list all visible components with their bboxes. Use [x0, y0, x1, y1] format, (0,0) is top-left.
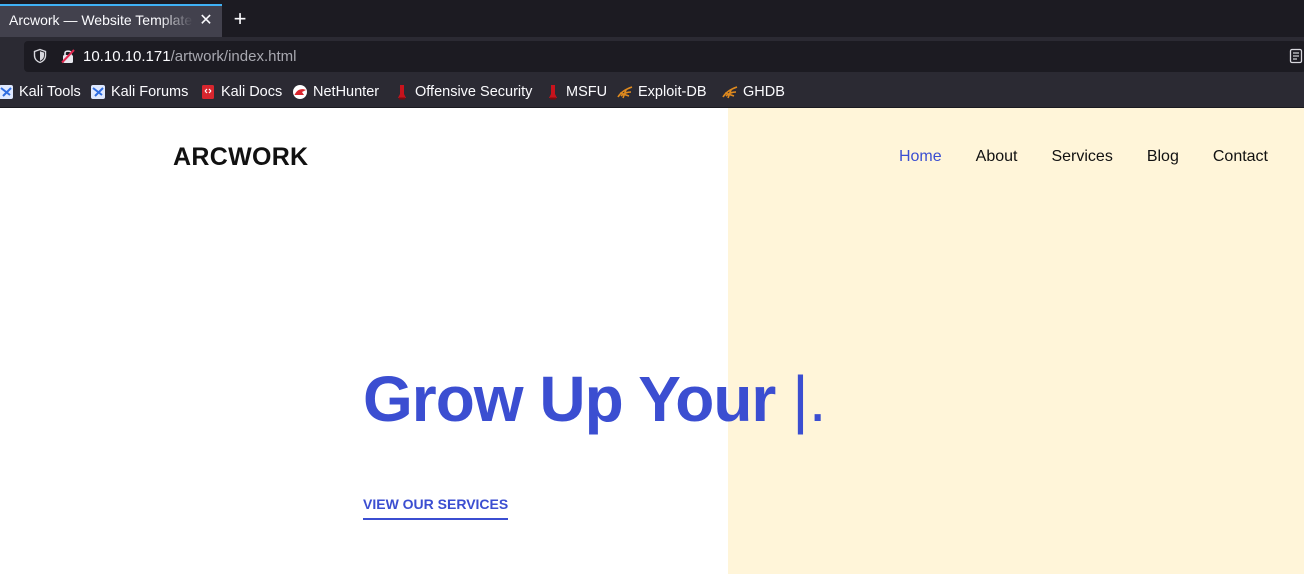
bookmark-label: Kali Docs [221, 84, 283, 100]
bookmark-label: GHDB [743, 84, 785, 100]
reader-view-icon[interactable] [1288, 48, 1304, 64]
hero-background [728, 108, 1304, 574]
nethunter-icon [293, 85, 307, 99]
view-services-button[interactable]: VIEW OUR SERVICES [363, 496, 509, 520]
offsec-icon [398, 85, 406, 100]
bookmark-label: Exploit-DB [638, 84, 707, 100]
url-text[interactable]: 10.10.10.171/artwork/index.html [83, 48, 296, 65]
site-nav: Home About Services Blog Contact [899, 148, 1268, 166]
exploitdb-icon [722, 86, 738, 99]
url-host: 10.10.10.171 [83, 48, 171, 65]
address-bar[interactable]: 10.10.10.171/artwork/index.html [24, 41, 1304, 72]
active-tab[interactable]: Arcwork — Website Template ✕ [0, 4, 222, 37]
bookmark-label: Kali Forums [111, 84, 189, 100]
close-tab-icon[interactable]: ✕ [197, 12, 215, 30]
bookmark-kali-docs[interactable]: Kali Docs [200, 82, 282, 102]
exploitdb-icon [617, 86, 633, 99]
site-logo[interactable]: ARCWORK [173, 143, 308, 172]
bookmark-label: Offensive Security [415, 84, 533, 100]
hero-headline: Grow Up Your |. [363, 362, 827, 436]
bookmark-nethunter[interactable]: NetHunter [292, 82, 379, 102]
nav-home[interactable]: Home [899, 148, 942, 166]
bookmark-label: Kali Tools [19, 84, 81, 100]
kali-docs-icon [202, 85, 214, 99]
bookmark-label: NetHunter [313, 84, 380, 100]
navigation-toolbar: 10.10.10.171/artwork/index.html [0, 37, 1304, 76]
new-tab-icon[interactable]: + [229, 8, 251, 30]
insecure-lock-icon[interactable] [60, 48, 76, 64]
bookmark-msfu[interactable]: MSFU [545, 82, 607, 102]
shield-icon[interactable] [32, 48, 48, 64]
kali-dragon-icon [0, 85, 13, 99]
nav-about[interactable]: About [976, 148, 1018, 166]
tab-strip: Arcwork — Website Template ✕ + [0, 0, 1304, 37]
bookmark-kali-tools[interactable]: Kali Tools [0, 82, 81, 102]
kali-dragon-icon [91, 85, 105, 99]
web-page: ARCWORK Home About Services Blog Contact… [0, 108, 1304, 574]
bookmark-offensive-security[interactable]: Offensive Security [394, 82, 532, 102]
bookmark-ghdb[interactable]: GHDB [722, 82, 785, 102]
offsec-icon [549, 85, 557, 100]
bookmark-exploit-db[interactable]: Exploit-DB [617, 82, 707, 102]
url-path: /artwork/index.html [170, 48, 297, 65]
bookmark-label: MSFU [566, 84, 608, 100]
nav-contact[interactable]: Contact [1213, 148, 1268, 166]
nav-services[interactable]: Services [1051, 148, 1112, 166]
tab-title: Arcwork — Website Template [9, 12, 193, 28]
typing-cursor: |. [792, 363, 827, 435]
nav-blog[interactable]: Blog [1147, 148, 1179, 166]
bookmarks-toolbar: Kali Tools Kali Forums Kali Docs NetHunt… [0, 76, 1304, 108]
hero-headline-text: Grow Up Your [363, 363, 793, 435]
bookmark-kali-forums[interactable]: Kali Forums [90, 82, 188, 102]
